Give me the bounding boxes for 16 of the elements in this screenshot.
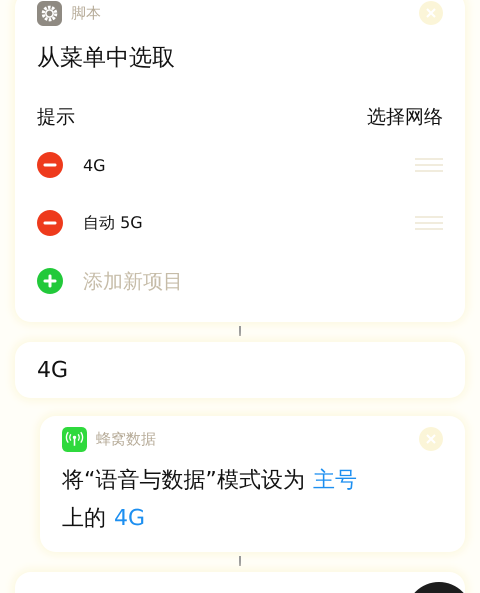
prompt-value[interactable]: 选择网络 bbox=[367, 104, 443, 130]
prompt-label: 提示 bbox=[37, 105, 75, 130]
remove-icon[interactable] bbox=[37, 152, 63, 178]
add-icon[interactable] bbox=[37, 268, 63, 294]
action-title: 从菜单中选取 bbox=[37, 44, 176, 73]
antenna-icon bbox=[62, 426, 87, 452]
result-label: 4G bbox=[37, 358, 68, 382]
app-name: 蜂窝数据 bbox=[96, 430, 157, 448]
action-text: 上的 bbox=[62, 505, 106, 533]
app-name: 脚本 bbox=[71, 4, 102, 22]
drag-handle-icon[interactable] bbox=[415, 216, 443, 230]
action-text: 将“语音与数据”模式设为 bbox=[62, 467, 305, 495]
menu-item-label[interactable]: 4G bbox=[83, 156, 395, 174]
drag-handle-icon[interactable] bbox=[415, 158, 443, 172]
menu-item-label[interactable]: 自动 5G bbox=[83, 212, 395, 234]
remove-icon[interactable] bbox=[37, 210, 63, 236]
